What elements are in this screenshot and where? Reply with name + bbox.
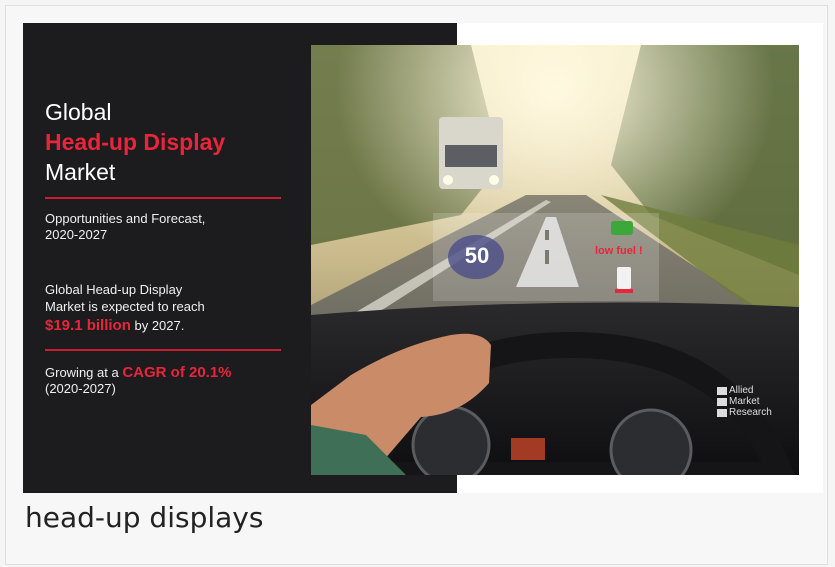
divider-bottom (45, 349, 281, 351)
stat-line1: Global Head-up Display (45, 282, 183, 297)
growth-stat: Growing at a CAGR of 20.1% (2020-2027) (45, 365, 232, 397)
growth-period: (2020-2027) (45, 381, 116, 396)
hud-speed-limit: 50 (464, 243, 490, 268)
stat-suffix: by 2027. (130, 318, 185, 333)
amr-watermark: Allied Market Research (729, 385, 772, 418)
hud-car-photo: 50 low fuel ! Allied Market Research (311, 45, 799, 475)
infographic-image[interactable]: Global Head-up Display Market Opportunit… (23, 23, 823, 493)
watermark-line2: Market (729, 396, 760, 407)
infographic-title: Global Head-up Display Market (45, 97, 225, 187)
title-market: Market (45, 159, 116, 185)
growth-value: CAGR of 20.1% (122, 364, 232, 381)
stat-line2: Market is expected to reach (45, 299, 205, 314)
watermark-line1: Allied (729, 385, 754, 396)
subtitle-line1: Opportunities and Forecast, (45, 211, 206, 226)
subtitle-line2: 2020-2027 (45, 227, 108, 242)
market-stat: Global Head-up Display Market is expecte… (45, 281, 205, 334)
stat-value: $19.1 billion (45, 317, 131, 334)
watermark-line3: Research (729, 407, 772, 418)
title-global: Global (45, 99, 112, 125)
growth-prefix: Growing at a (45, 365, 123, 380)
forecast-subtitle: Opportunities and Forecast, 2020-2027 (45, 211, 205, 243)
image-frame: Global Head-up Display Market Opportunit… (5, 5, 828, 565)
hud-low-fuel-warning: low fuel ! (595, 245, 643, 257)
image-caption: head-up displays (25, 501, 264, 534)
divider-top (45, 197, 281, 199)
title-head-up-display: Head-up Display (45, 129, 226, 155)
